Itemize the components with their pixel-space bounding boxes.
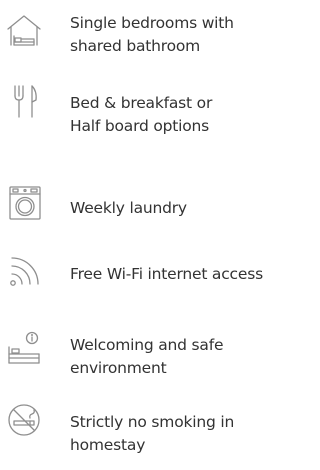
- amenity-label: Strictly no smoking in homestay: [70, 411, 298, 457]
- amenity-label-line-1: Strictly no smoking in: [70, 413, 235, 431]
- amenity-label: Free Wi-Fi internet access: [70, 263, 298, 286]
- amenity-label: Welcoming and safe environment: [70, 334, 298, 380]
- wifi-icon: [5, 252, 43, 290]
- amenity-label: Single bedrooms with shared bathroom: [70, 12, 298, 58]
- amenity-label-line-2: environment: [70, 359, 167, 377]
- amenity-label-line-1: Free Wi-Fi internet access: [70, 265, 263, 283]
- washing-machine-icon: [5, 184, 43, 222]
- amenity-label-line-2: Half board options: [70, 117, 210, 135]
- no-smoking-icon: [5, 401, 43, 439]
- amenity-label-line-2: homestay: [70, 436, 146, 454]
- amenity-label-line-1: Bed & breakfast or: [70, 94, 213, 112]
- house-bed-icon: [5, 12, 43, 50]
- amenity-label-line-1: Weekly laundry: [70, 199, 187, 217]
- amenity-label-line-1: Single bedrooms with: [70, 14, 234, 32]
- amenity-label-line-2: shared bathroom: [70, 37, 201, 55]
- bed-info-icon: [5, 330, 43, 368]
- amenity-label: Bed & breakfast or Half board options: [70, 92, 298, 138]
- amenity-label: Weekly laundry: [70, 197, 298, 220]
- amenity-label-line-1: Welcoming and safe: [70, 336, 224, 354]
- fork-knife-icon: [5, 83, 43, 121]
